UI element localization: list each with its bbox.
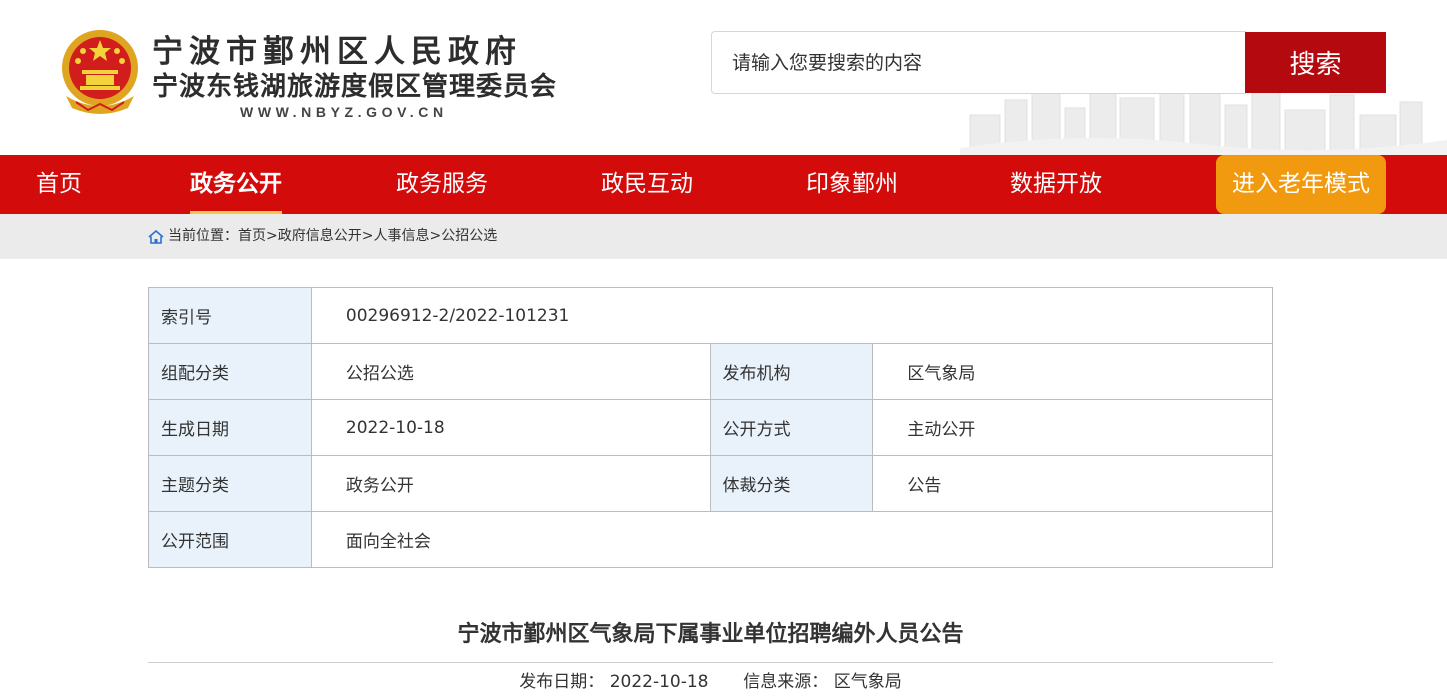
scope-value: 面向全社会	[310, 511, 1274, 568]
publish-date-value: 2022-10-18	[609, 672, 709, 692]
nav-item-impression[interactable]: 印象鄞州	[806, 155, 898, 214]
breadcrumb-prefix: 当前位置：	[168, 228, 238, 244]
topic-value: 政务公开	[310, 455, 711, 512]
genre-label: 体裁分类	[709, 455, 874, 512]
breadcrumb-bar: 当前位置： 首页>政府信息公开>人事信息>公招公选	[0, 214, 1447, 259]
title-divider	[148, 662, 1273, 663]
table-row: 生成日期 2022-10-18 公开方式 主动公开	[148, 399, 1273, 456]
category-value: 公招公选	[310, 343, 711, 400]
site-title-secondary: 宁波东钱湖旅游度假区管理委员会	[152, 72, 558, 102]
scope-label: 公开范围	[148, 511, 312, 568]
publisher-value: 区气象局	[872, 343, 1273, 400]
article-title: 宁波市鄞州区气象局下属事业单位招聘编外人员公告	[457, 622, 964, 647]
home-icon	[148, 229, 164, 244]
date-label: 生成日期	[148, 399, 312, 456]
site-title-primary: 宁波市鄞州区人民政府	[152, 34, 522, 70]
search-input[interactable]	[712, 32, 1246, 93]
search-box	[711, 31, 1246, 94]
nav-item-home[interactable]: 首页	[36, 155, 82, 214]
source-value: 区气象局	[833, 672, 902, 692]
category-label: 组配分类	[148, 343, 312, 400]
elder-mode-button[interactable]: 进入老年模式	[1216, 155, 1386, 214]
search-button[interactable]: 搜索	[1245, 32, 1386, 93]
publish-date-label: 发布日期：	[519, 672, 605, 692]
table-row: 索引号 00296912-2/2022-101231	[148, 287, 1274, 344]
method-label: 公开方式	[709, 399, 874, 456]
table-row: 主题分类 政务公开 体裁分类 公告	[148, 455, 1273, 512]
breadcrumb-path[interactable]: 首页>政府信息公开>人事信息>公招公选	[238, 214, 497, 259]
topic-label: 主题分类	[148, 455, 312, 512]
method-value: 主动公开	[872, 399, 1273, 456]
breadcrumb: 当前位置： 首页>政府信息公开>人事信息>公招公选	[148, 214, 497, 259]
nav-item-government-affairs[interactable]: 政务公开	[190, 155, 282, 214]
table-row: 组配分类 公招公选 发布机构 区气象局	[148, 343, 1273, 400]
index-value: 00296912-2/2022-101231	[310, 287, 1274, 344]
table-row: 公开范围 面向全社会	[148, 511, 1274, 568]
index-label: 索引号	[148, 287, 312, 344]
source-label: 信息来源：	[743, 672, 829, 692]
nav-item-interaction[interactable]: 政民互动	[601, 155, 693, 214]
national-emblem-icon	[62, 30, 138, 114]
nav-item-government-services[interactable]: 政务服务	[396, 155, 488, 214]
date-value: 2022-10-18	[310, 399, 711, 456]
nav-item-open-data[interactable]: 数据开放	[1010, 155, 1102, 214]
info-table: 索引号 00296912-2/2022-101231 组配分类 公招公选 发布机…	[148, 287, 1274, 568]
article-meta: 发布日期： 2022-10-18 信息来源： 区气象局	[148, 667, 1273, 692]
site-header: 宁波市鄞州区人民政府 宁波东钱湖旅游度假区管理委员会 WWW.NBYZ.GOV.…	[0, 0, 1447, 155]
site-url: WWW.NBYZ.GOV.CN	[240, 104, 448, 120]
genre-value: 公告	[872, 455, 1273, 512]
publisher-label: 发布机构	[709, 343, 874, 400]
